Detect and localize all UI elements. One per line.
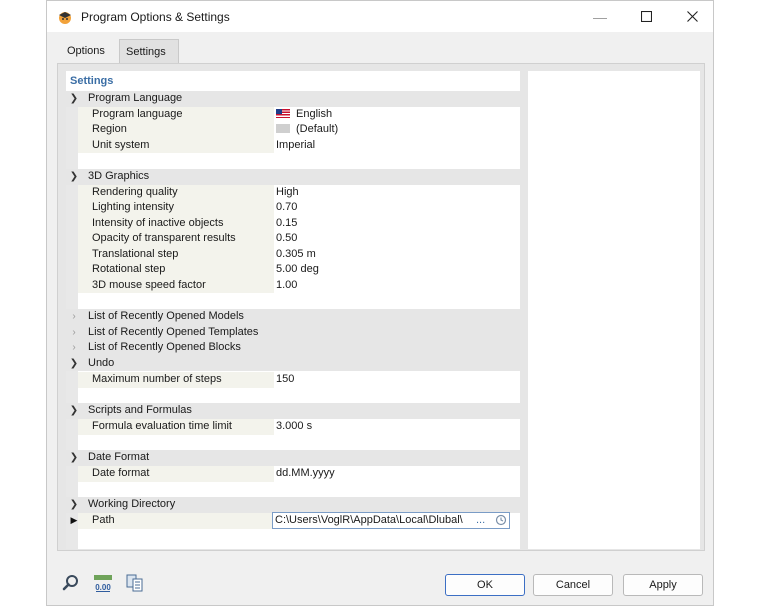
group-recent-models[interactable]: › List of Recently Opened Models [66,309,520,325]
property-label: Formula evaluation time limit [92,420,232,432]
chevron-right-icon[interactable]: › [68,325,80,340]
apply-button[interactable]: Apply [623,574,703,596]
property-label: Maximum number of steps [92,373,222,385]
maximize-button[interactable] [623,1,669,32]
property-row[interactable]: Region (Default) [66,122,520,138]
property-value[interactable]: English [276,107,332,122]
window-title: Program Options & Settings [81,10,230,24]
graduation-cap-icon [59,12,71,24]
property-label: Path [92,514,115,526]
group-label: List of Recently Opened Templates [88,325,259,338]
group-label: Working Directory [88,498,176,510]
property-value[interactable]: 5.00 deg [276,262,319,277]
property-value[interactable]: 0.50 [276,231,297,246]
property-label: 3D mouse speed factor [92,278,206,291]
property-row[interactable]: Unit system Imperial [66,137,520,153]
group-date-format[interactable]: ❯ Date Format [66,450,520,466]
chevron-down-icon[interactable]: ❯ [68,91,80,106]
property-value[interactable]: 0.70 [276,200,297,215]
property-row[interactable]: Lighting intensity 0.70 [66,200,520,216]
property-row[interactable]: Opacity of transparent results 0.50 [66,231,520,247]
close-button[interactable] [669,1,715,32]
property-value[interactable]: High [276,185,299,200]
group-label: Undo [88,356,115,369]
dialog-button-bar: 0.00 OK Cancel Apply [47,561,713,605]
title-bar: Program Options & Settings — [47,1,713,32]
property-row[interactable]: Rendering quality High [66,184,520,200]
close-icon [686,11,698,22]
property-label: Rotational step [92,263,166,275]
group-label: List of Recently Opened Models [88,310,244,322]
property-label: Rendering quality [92,185,178,198]
cancel-button[interactable]: Cancel [533,574,613,596]
group-recent-blocks[interactable]: › List of Recently Opened Blocks [66,340,520,356]
property-row-path[interactable]: ▶ Path C:\Users\VoglR\AppData\Local\Dlub… [66,512,520,529]
tree-header: Settings [70,75,114,87]
property-value[interactable]: dd.MM.yyyy [276,466,335,481]
group-label: Program Language [88,92,183,104]
help-search-icon[interactable] [61,573,81,593]
reset-icon[interactable] [495,514,507,526]
property-label: Unit system [92,138,150,151]
property-value[interactable]: 0.305 m [276,247,316,262]
property-label: Lighting intensity [92,201,174,213]
property-row[interactable]: Translational step 0.305 m [66,246,520,262]
property-value[interactable]: 1.00 [276,278,297,293]
group-scripts-formulas[interactable]: ❯ Scripts and Formulas [66,403,520,419]
group-recent-templates[interactable]: › List of Recently Opened Templates [66,324,520,340]
tab-settings[interactable]: Settings [119,39,179,63]
chevron-down-icon[interactable]: ❯ [68,356,80,371]
property-label: Opacity of transparent results [92,232,236,244]
property-row[interactable]: Intensity of inactive objects 0.15 [66,215,520,231]
maximize-icon [640,11,652,22]
settings-panel: Settings ❯ Program Language Program lang… [57,63,705,551]
browse-button[interactable]: ... [476,513,485,528]
property-label: Region [92,123,127,135]
options-dialog: Program Options & Settings — Options Set… [46,0,714,606]
group-label: Date Format [88,451,150,463]
units-decimal-icon[interactable]: 0.00 [93,573,113,593]
chevron-right-icon[interactable]: › [68,309,80,324]
property-label: Intensity of inactive objects [92,216,224,229]
property-row[interactable]: Formula evaluation time limit 3.000 s [66,419,520,435]
property-row[interactable]: Date format dd.MM.yyyy [66,466,520,482]
tab-options[interactable]: Options [61,39,111,63]
chevron-down-icon[interactable]: ❯ [68,450,80,465]
property-value[interactable]: Imperial [276,138,315,153]
group-label: 3D Graphics [88,170,150,182]
property-value[interactable]: 3.000 s [276,419,312,434]
minimize-button[interactable]: — [577,1,623,32]
group-working-directory[interactable]: ❯ Working Directory [66,497,520,513]
property-value[interactable]: 0.15 [276,216,297,231]
chevron-down-icon[interactable]: ❯ [68,497,80,512]
chevron-down-icon[interactable]: ❯ [68,403,80,418]
group-undo[interactable]: ❯ Undo [66,355,520,371]
chevron-right-icon[interactable]: › [68,340,80,355]
default-region-icon [276,124,290,133]
svg-text:0.00: 0.00 [95,583,111,592]
property-label: Translational step [92,247,179,260]
group-label: Scripts and Formulas [88,404,192,416]
description-pane [528,71,700,549]
group-label: List of Recently Opened Blocks [88,341,241,353]
property-row[interactable]: 3D mouse speed factor 1.00 [66,277,520,293]
settings-tree: Settings ❯ Program Language Program lang… [66,71,520,549]
property-row[interactable]: Program language English [66,106,520,122]
chevron-down-icon[interactable]: ❯ [68,169,80,184]
property-label: Date format [92,467,150,479]
group-program-language[interactable]: ❯ Program Language [66,91,520,107]
ok-button[interactable]: OK [445,574,525,596]
path-input[interactable]: C:\Users\VoglR\AppData\Local\Dlubal\ ... [272,512,510,529]
property-value[interactable]: (Default) [276,122,338,137]
property-value[interactable]: 150 [276,372,294,387]
copy-settings-icon[interactable] [125,573,145,593]
property-row[interactable]: Maximum number of steps 150 [66,372,520,388]
group-3d-graphics[interactable]: ❯ 3D Graphics [66,169,520,185]
path-value[interactable]: C:\Users\VoglR\AppData\Local\Dlubal\ [275,513,473,528]
property-row[interactable]: Rotational step 5.00 deg [66,262,520,278]
us-flag-icon [276,108,290,118]
property-label: Program language [92,107,183,120]
